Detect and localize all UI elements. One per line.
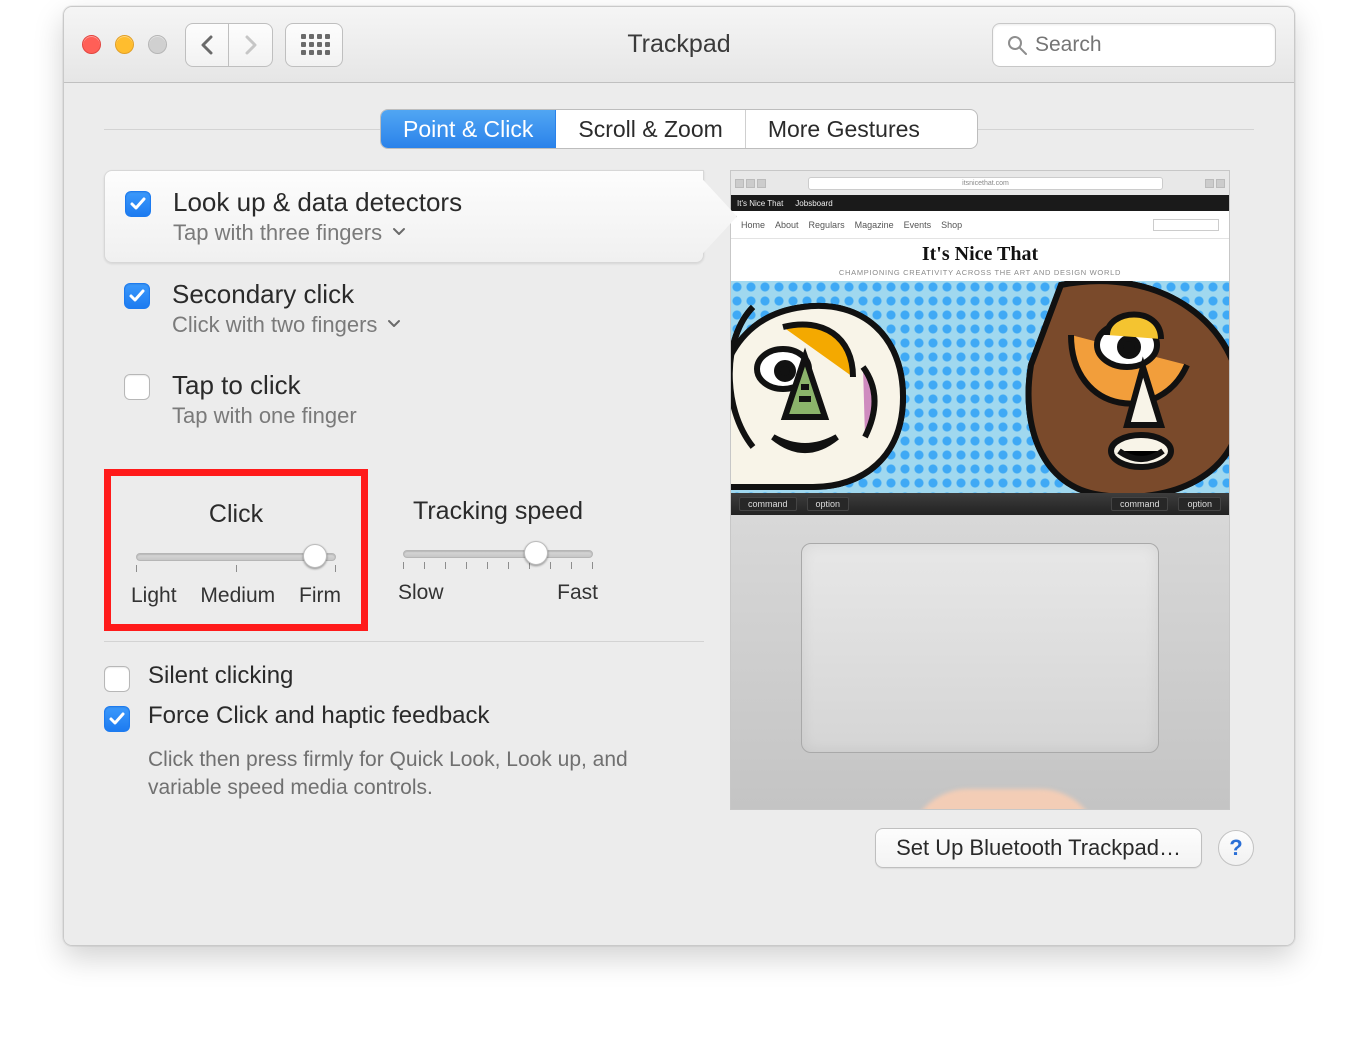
nav-back-forward: [185, 23, 273, 67]
tap-labels: Tap to click Tap with one finger: [172, 370, 357, 429]
tab-bar: Point & Click Scroll & Zoom More Gesture…: [380, 109, 978, 149]
close-window-button[interactable]: [82, 35, 101, 54]
body: Point & Click Scroll & Zoom More Gesture…: [64, 83, 1294, 945]
bottom-options: Silent clicking Force Click and haptic f…: [104, 641, 704, 803]
click-slider-group: Click Light Medium Firm: [131, 500, 341, 608]
force-click-row[interactable]: Force Click and haptic feedback: [104, 702, 704, 732]
silent-label: Silent clicking: [148, 662, 293, 690]
secondary-subtitle-menu[interactable]: Click with two fingers: [172, 312, 401, 338]
chevron-down-icon: [387, 316, 401, 334]
tap-checkbox[interactable]: [124, 374, 150, 400]
preview-column: itsnicethat.com It's Nice That Jobsboard…: [730, 170, 1254, 810]
force-checkbox[interactable]: [104, 706, 130, 732]
show-all-button[interactable]: [285, 23, 343, 67]
lookup-checkbox[interactable]: [125, 191, 151, 217]
check-icon: [108, 710, 126, 728]
minimize-window-button[interactable]: [115, 35, 134, 54]
preview-browser-chrome: itsnicethat.com: [731, 171, 1229, 195]
window-controls: [82, 35, 167, 54]
preview-artwork: [731, 281, 1229, 493]
check-icon: [128, 287, 146, 305]
force-label: Force Click and haptic feedback: [148, 702, 490, 730]
prefs-window: Trackpad Point & Click Scroll & Zoom Mor…: [63, 6, 1295, 946]
content-panel: Look up & data detectors Tap with three …: [104, 129, 1254, 810]
force-desc: Click then press firmly for Quick Look, …: [148, 746, 628, 803]
option-secondary-click[interactable]: Secondary click Click with two fingers: [104, 263, 704, 354]
silent-checkbox[interactable]: [104, 666, 130, 692]
chevron-right-icon: [244, 35, 258, 55]
preview-tabbar: It's Nice That Jobsboard: [731, 195, 1229, 211]
chevron-left-icon: [200, 35, 214, 55]
preview-search-box: [1153, 219, 1219, 231]
grid-icon: [301, 34, 327, 55]
preview-trackpad: [731, 515, 1229, 809]
tracking-slider[interactable]: [403, 550, 593, 558]
forward-button[interactable]: [229, 23, 273, 67]
silent-clicking-row[interactable]: Silent clicking: [104, 662, 704, 692]
titlebar: Trackpad: [64, 7, 1294, 83]
tracking-slider-title: Tracking speed: [413, 497, 583, 526]
footer: Set Up Bluetooth Trackpad… ?: [64, 810, 1294, 868]
sliders-row: Click Light Medium Firm: [104, 469, 704, 631]
back-button[interactable]: [185, 23, 229, 67]
bluetooth-setup-button[interactable]: Set Up Bluetooth Trackpad…: [875, 828, 1202, 868]
tracking-ticks: [403, 562, 593, 569]
zoom-window-button[interactable]: [148, 35, 167, 54]
click-slider-title: Click: [209, 500, 263, 529]
tab-scroll-zoom[interactable]: Scroll & Zoom: [556, 110, 745, 148]
secondary-checkbox[interactable]: [124, 283, 150, 309]
lookup-subtitle-menu[interactable]: Tap with three fingers: [173, 220, 462, 246]
option-tap-to-click[interactable]: Tap to click Tap with one finger: [104, 354, 704, 445]
preview-site-nav: HomeAbout RegularsMagazine EventsShop: [731, 211, 1229, 239]
annotation-highlight: Click Light Medium Firm: [104, 469, 368, 631]
lookup-title: Look up & data detectors: [173, 187, 462, 218]
search-icon: [1007, 35, 1027, 55]
tap-subtitle: Tap with one finger: [172, 403, 357, 429]
tap-title: Tap to click: [172, 370, 357, 401]
tab-more-gestures[interactable]: More Gestures: [746, 110, 942, 148]
tab-point-click[interactable]: Point & Click: [381, 110, 556, 148]
option-lookup[interactable]: Look up & data detectors Tap with three …: [104, 170, 704, 263]
secondary-title: Secondary click: [172, 279, 401, 310]
click-slider[interactable]: [136, 553, 336, 561]
preview-url: itsnicethat.com: [808, 177, 1163, 190]
click-labels: Light Medium Firm: [131, 584, 341, 608]
gesture-preview: itsnicethat.com It's Nice That Jobsboard…: [730, 170, 1230, 810]
lookup-labels: Look up & data detectors Tap with three …: [173, 187, 462, 246]
options-column: Look up & data detectors Tap with three …: [104, 170, 704, 810]
tracking-slider-thumb[interactable]: [524, 541, 548, 565]
secondary-labels: Secondary click Click with two fingers: [172, 279, 401, 338]
preview-logo: It's Nice That: [731, 243, 1229, 266]
preview-tagline: CHAMPIONING CREATIVITY ACROSS THE ART AN…: [731, 268, 1229, 277]
click-ticks: [136, 565, 336, 572]
help-button[interactable]: ?: [1218, 830, 1254, 866]
tracking-labels: Slow Fast: [398, 581, 598, 605]
tracking-slider-group: Tracking speed Slow Fast: [398, 469, 598, 621]
click-slider-thumb[interactable]: [303, 544, 327, 568]
preview-keyboard: commandoption commandoption: [731, 493, 1229, 515]
search-input[interactable]: [1035, 33, 1295, 57]
check-icon: [129, 195, 147, 213]
chevron-down-icon: [392, 224, 406, 242]
search-field[interactable]: [992, 23, 1276, 67]
